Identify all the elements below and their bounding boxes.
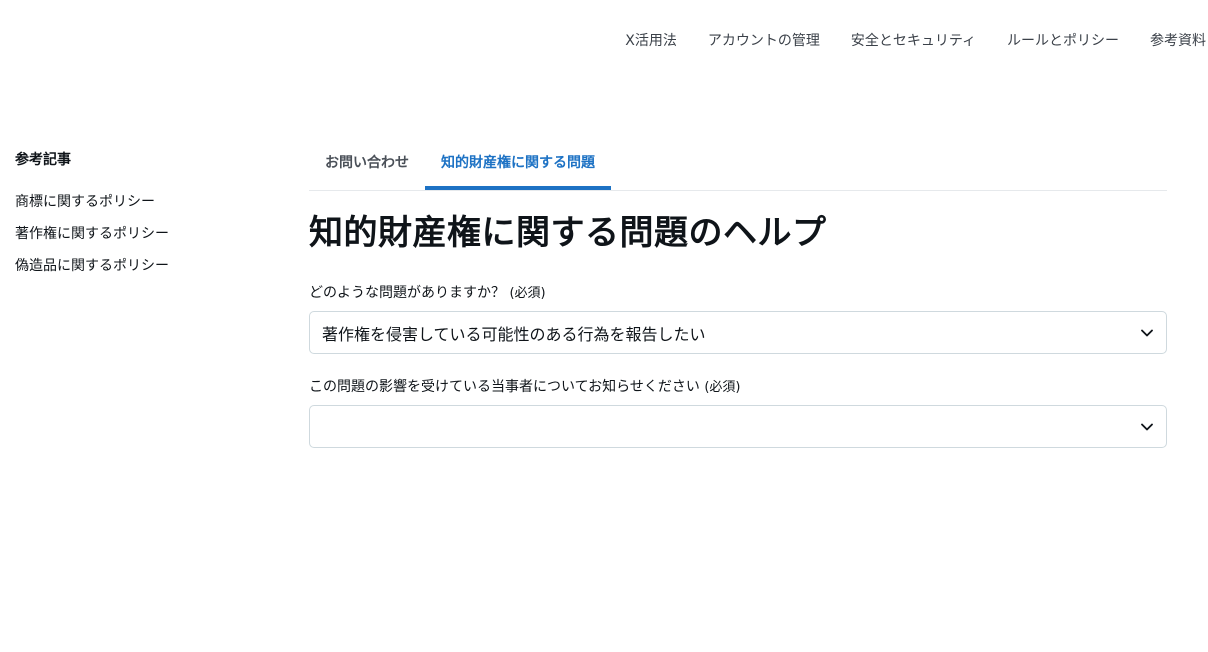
required-marker: (必須) (509, 286, 546, 301)
affected-party-field: この問題の影響を受けている当事者についてお知らせください (必須) (309, 377, 1167, 448)
nav-link-resources[interactable]: 参考資料 (1150, 30, 1206, 52)
nav-link-how-to-use[interactable]: X活用法 (625, 30, 677, 52)
sidebar-item-counterfeit-policy[interactable]: 偽造品に関するポリシー (15, 256, 245, 276)
help-page: X活用法 アカウントの管理 安全とセキュリティ ルールとポリシー 参考資料 参考… (0, 0, 1208, 652)
nav-link-rules-policies[interactable]: ルールとポリシー (1007, 30, 1119, 52)
sidebar-title: 参考記事 (15, 152, 71, 168)
sidebar-item-trademark-policy[interactable]: 商標に関するポリシー (15, 192, 245, 212)
tab-contact[interactable]: お問い合わせ (309, 140, 425, 190)
chevron-down-icon (1141, 329, 1153, 336)
top-navigation: X活用法 アカウントの管理 安全とセキュリティ ルールとポリシー 参考資料 (594, 30, 1206, 52)
sidebar-item-copyright-policy[interactable]: 著作権に関するポリシー (15, 224, 245, 244)
issue-type-label-text: どのような問題がありますか？ (309, 285, 505, 301)
nav-link-account-management[interactable]: アカウントの管理 (708, 30, 820, 52)
tab-bar: お問い合わせ 知的財産権に関する問題 (309, 140, 1167, 191)
main-content: お問い合わせ 知的財産権に関する問題 知的財産権に関する問題のヘルプ どのような… (309, 140, 1167, 448)
required-marker: (必須) (704, 380, 741, 395)
chevron-down-icon (1141, 423, 1153, 430)
issue-type-select[interactable]: 著作権を侵害している可能性のある行為を報告したい (309, 311, 1167, 354)
sidebar-list: 商標に関するポリシー 著作権に関するポリシー 偽造品に関するポリシー (15, 192, 245, 276)
issue-type-label: どのような問題がありますか？ (必須) (309, 283, 1167, 304)
issue-type-selected-value: 著作権を侵害している可能性のある行為を報告したい (322, 324, 706, 344)
affected-party-select[interactable] (309, 405, 1167, 448)
affected-party-label: この問題の影響を受けている当事者についてお知らせください (必須) (309, 377, 1167, 398)
sidebar: 参考記事 商標に関するポリシー 著作権に関するポリシー 偽造品に関するポリシー (15, 150, 245, 288)
tab-ip-issues[interactable]: 知的財産権に関する問題 (425, 140, 611, 190)
nav-link-safety-security[interactable]: 安全とセキュリティ (851, 30, 976, 52)
issue-type-field: どのような問題がありますか？ (必須) 著作権を侵害している可能性のある行為を報… (309, 283, 1167, 354)
page-title: 知的財産権に関する問題のヘルプ (309, 213, 827, 253)
affected-party-label-text: この問題の影響を受けている当事者についてお知らせください (309, 379, 700, 395)
